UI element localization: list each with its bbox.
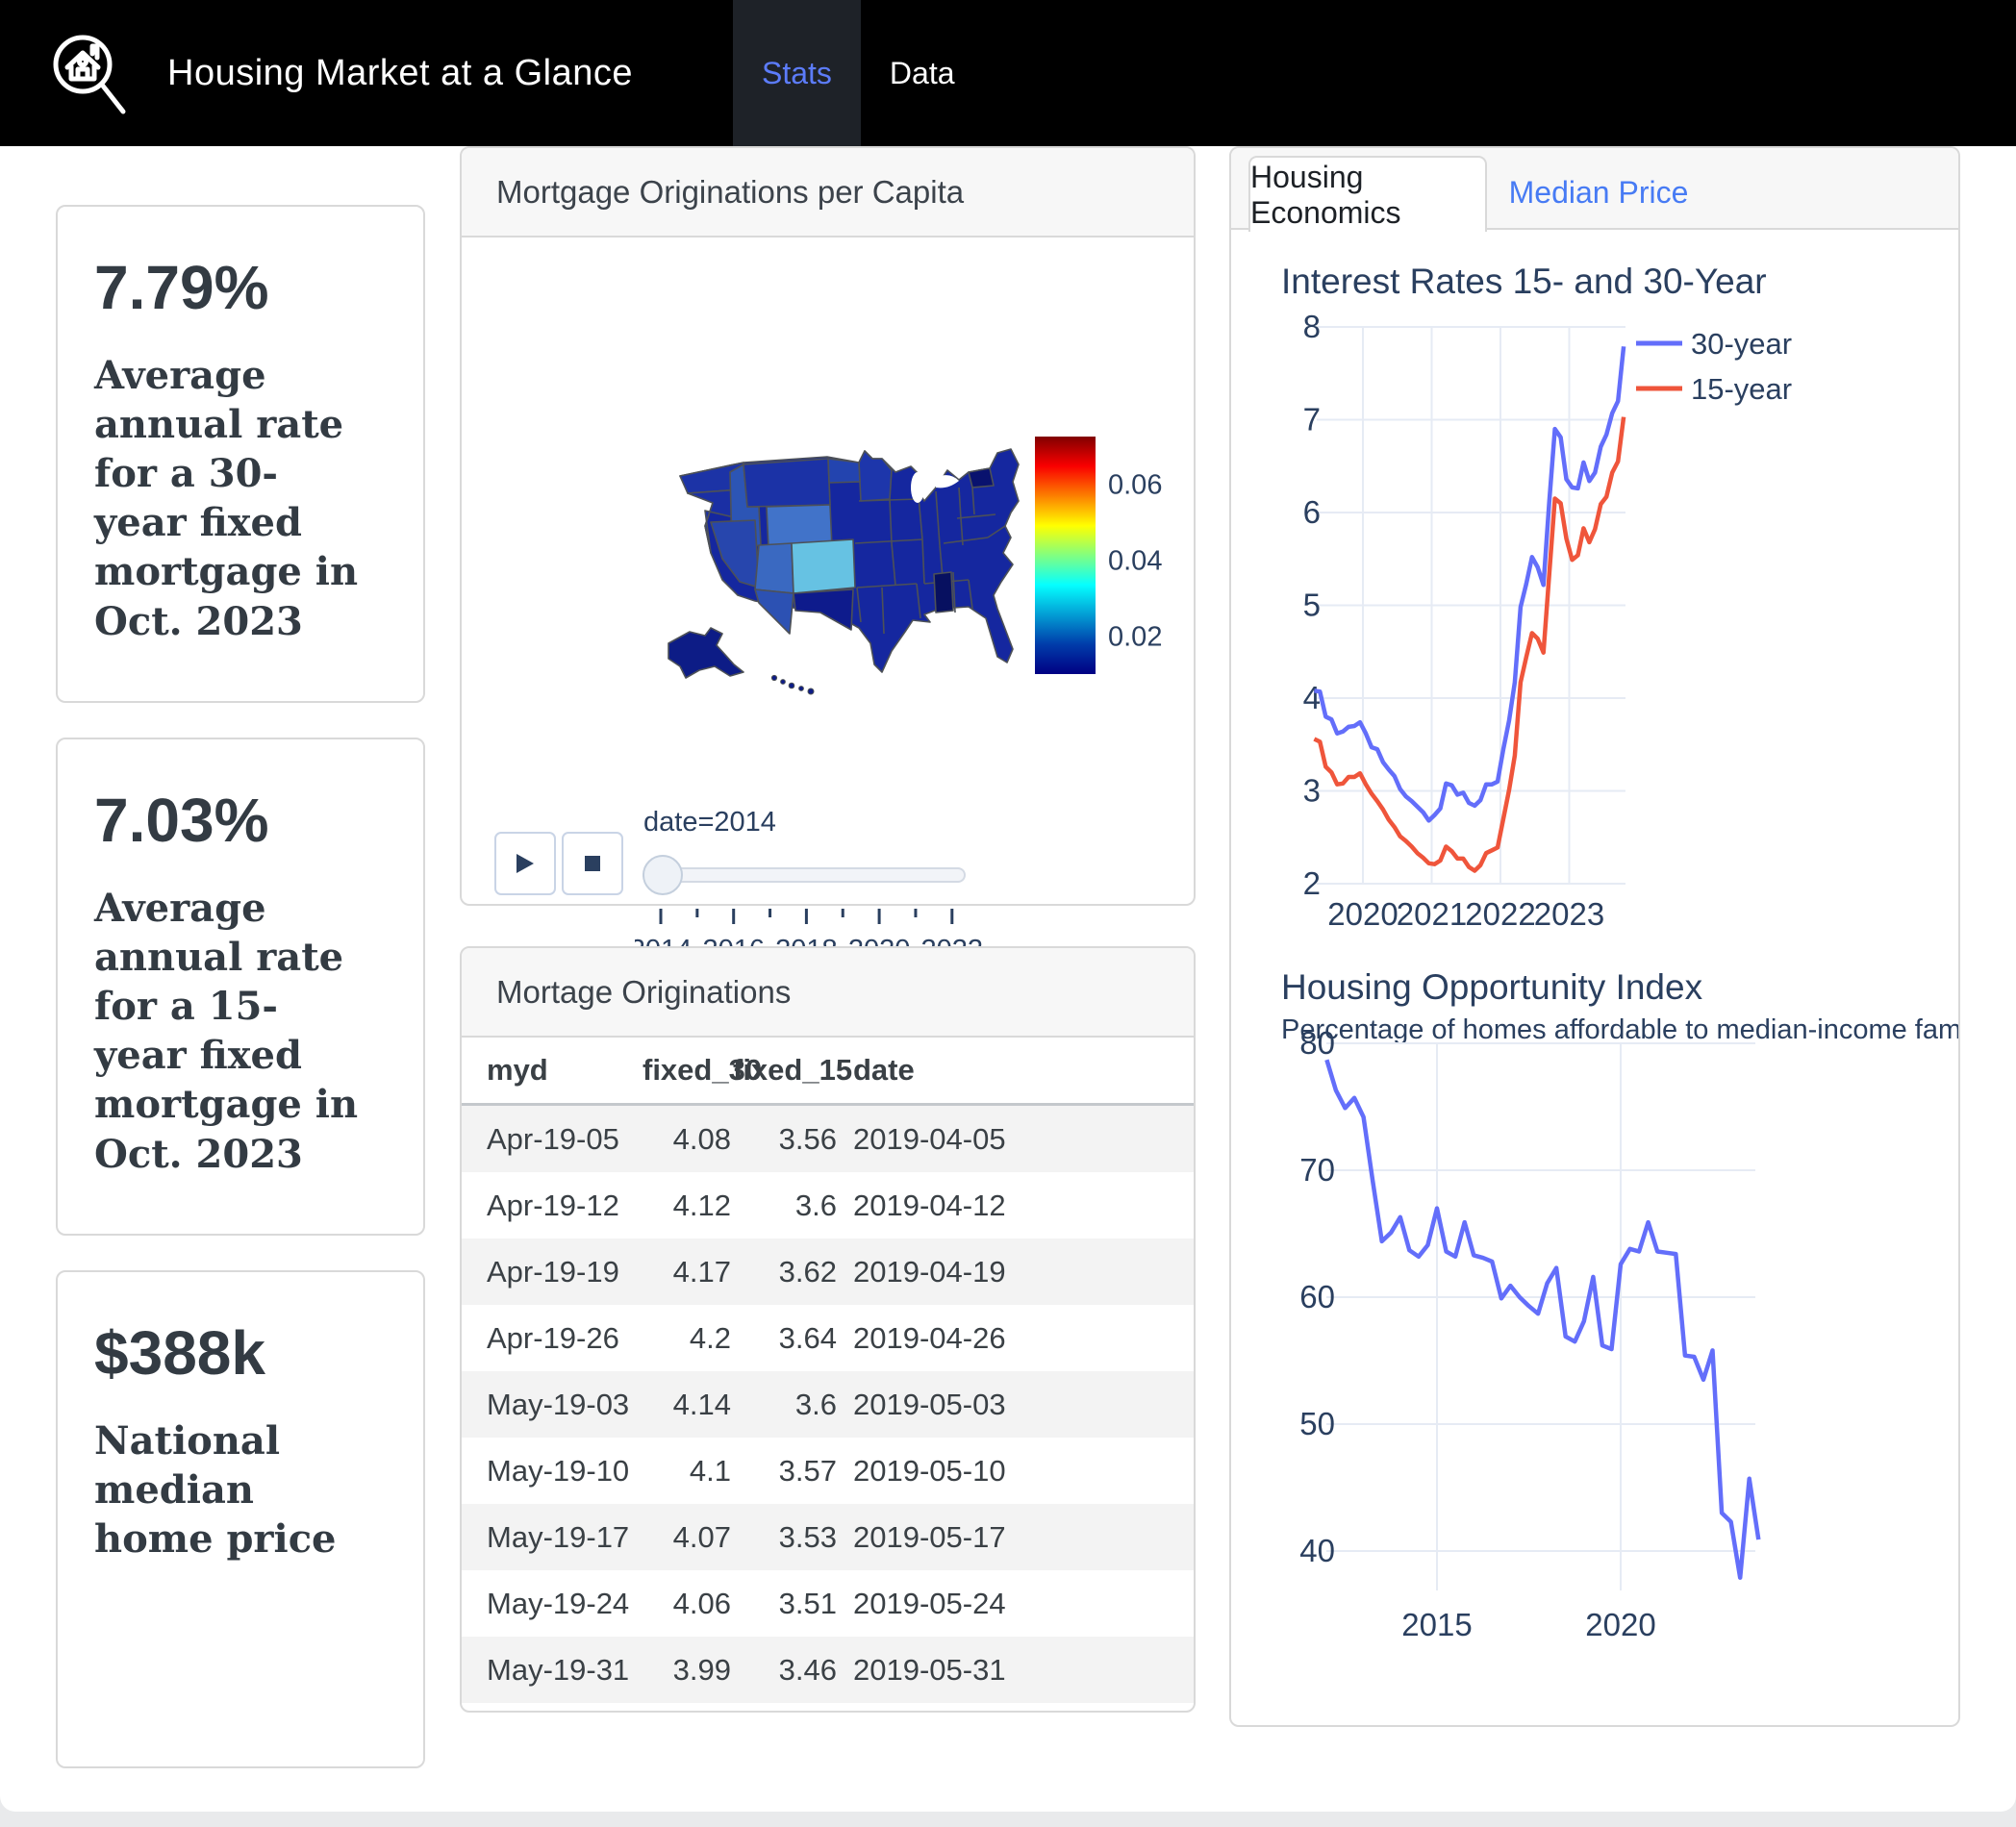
stat-description-median-price: National median home price bbox=[94, 1416, 368, 1564]
legend-item-30-year[interactable]: 30-year bbox=[1636, 327, 1792, 361]
state-minnesota bbox=[859, 451, 892, 501]
nav-tab-stats[interactable]: Stats bbox=[733, 0, 861, 146]
column-header-fixed_15: fixed_15 bbox=[732, 1038, 838, 1105]
line-series-30-year bbox=[1314, 346, 1624, 820]
stat-value-30yr: 7.79% bbox=[94, 253, 387, 324]
house-search-logo-icon bbox=[38, 23, 135, 123]
table-row: Apr-19-054.083.562019-04-05 bbox=[462, 1105, 1194, 1173]
stat-value-15yr: 7.03% bbox=[94, 786, 387, 857]
state-utah bbox=[755, 543, 794, 593]
svg-text:8: 8 bbox=[1303, 309, 1321, 344]
date-slider-track[interactable] bbox=[643, 867, 966, 883]
svg-text:2020: 2020 bbox=[1327, 896, 1398, 932]
app-window: Housing Market at a Glance StatsData 7.7… bbox=[0, 0, 2016, 1812]
table-card-header: Mortage Originations bbox=[462, 948, 1194, 1038]
svg-text:5: 5 bbox=[1303, 588, 1321, 623]
mortgage-rates-table[interactable]: mydfixed_30fixed_15date Apr-19-054.083.5… bbox=[462, 1038, 1194, 1713]
state-alaska bbox=[668, 628, 743, 678]
svg-text:2023: 2023 bbox=[1534, 896, 1604, 932]
state-new-york bbox=[969, 468, 994, 488]
play-button[interactable] bbox=[494, 832, 556, 895]
table-row: Apr-19-264.23.642019-04-26 bbox=[462, 1305, 1194, 1371]
column-header-date: date bbox=[838, 1038, 1194, 1105]
stat-card-median-price: $388k National median home price bbox=[56, 1270, 425, 1768]
line-series-HOI bbox=[1326, 1060, 1758, 1578]
svg-text:3: 3 bbox=[1303, 773, 1321, 809]
housing-opportunity-index-chart[interactable]: Housing Opportunity Index Percentage of h… bbox=[1281, 967, 1960, 1642]
svg-text:Housing Opportunity Index: Housing Opportunity Index bbox=[1281, 967, 1703, 1007]
column-header-fixed_30: fixed_30 bbox=[642, 1038, 732, 1105]
table-row: May-19-313.993.462019-05-31 bbox=[462, 1637, 1194, 1703]
charts-card-tabbar: Housing EconomicsMedian Price bbox=[1231, 148, 1958, 230]
stat-card-15yr: 7.03% Average annual rate for a 15-year … bbox=[56, 738, 425, 1236]
table-row: Apr-19-124.123.62019-04-12 bbox=[462, 1172, 1194, 1239]
charts-plot-area[interactable]: Interest Rates 15- and 30-Year 2 3 4 5 6 7 8 202… bbox=[1231, 230, 1960, 1727]
svg-text:50: 50 bbox=[1299, 1406, 1335, 1441]
table-header-row: mydfixed_30fixed_15date bbox=[462, 1038, 1194, 1105]
state-mississippi bbox=[934, 572, 953, 613]
state-hawaii bbox=[771, 675, 814, 694]
map-card-header: Mortgage Originations per Capita bbox=[462, 148, 1194, 238]
stat-card-30yr: 7.79% Average annual rate for a 30-year … bbox=[56, 205, 425, 703]
table-row: May-19-034.143.62019-05-03 bbox=[462, 1371, 1194, 1438]
legend-item-15-year[interactable]: 15-year bbox=[1636, 372, 1792, 406]
tab-housing-economics[interactable]: Housing Economics bbox=[1248, 156, 1487, 232]
stat-value-median-price: $388k bbox=[94, 1318, 387, 1389]
choropleth-map-area[interactable]: 0.060.040.02 date=2014 20142016201820202… bbox=[462, 238, 1194, 908]
svg-text:30-year: 30-year bbox=[1691, 327, 1792, 361]
state-arizona bbox=[755, 589, 794, 634]
svg-text:15-year: 15-year bbox=[1691, 372, 1792, 406]
svg-text:60: 60 bbox=[1299, 1279, 1335, 1314]
navbar: Housing Market at a Glance StatsData bbox=[0, 0, 2016, 146]
table-row: May-19-174.073.532019-05-17 bbox=[462, 1504, 1194, 1570]
table-card-title: Mortage Originations bbox=[496, 974, 791, 1011]
svg-text:2015: 2015 bbox=[1401, 1607, 1472, 1642]
svg-text:40: 40 bbox=[1299, 1533, 1335, 1568]
state-new-mexico bbox=[794, 589, 853, 630]
map-card-title: Mortgage Originations per Capita bbox=[496, 174, 964, 211]
stat-description-15yr: Average annual rate for a 15-year fixed … bbox=[94, 884, 368, 1179]
map-card: Mortgage Originations per Capita bbox=[460, 146, 1196, 906]
state-montana bbox=[743, 459, 830, 507]
us-choropleth-map[interactable] bbox=[630, 430, 1044, 709]
colorbar-gradient bbox=[1035, 437, 1096, 674]
svg-text:2021: 2021 bbox=[1397, 896, 1467, 932]
stop-button[interactable] bbox=[562, 832, 623, 895]
navbar-tabs: StatsData bbox=[733, 0, 984, 146]
play-icon bbox=[515, 852, 536, 875]
slider-value-label: date=2014 bbox=[643, 807, 776, 838]
nav-tab-data[interactable]: Data bbox=[861, 0, 984, 146]
svg-text:2022: 2022 bbox=[1465, 896, 1535, 932]
svg-text:6: 6 bbox=[1303, 494, 1321, 530]
interest-rates-chart[interactable]: Interest Rates 15- and 30-Year 2 3 4 5 6 7 8 202… bbox=[1281, 262, 1792, 932]
colorbar-tick-label: 0.04 bbox=[1108, 545, 1162, 577]
svg-text:80: 80 bbox=[1299, 1025, 1335, 1061]
charts-card: Housing EconomicsMedian Price Interest R… bbox=[1229, 146, 1960, 1727]
state-north-dakota bbox=[828, 459, 860, 483]
column-header-myd: myd bbox=[462, 1038, 642, 1105]
mortgage-table-card: Mortage Originations mydfixed_30fixed_15… bbox=[460, 946, 1196, 1713]
main-content: 7.79% Average annual rate for a 30-year … bbox=[0, 146, 2016, 1812]
svg-text:Interest Rates 15- and 30-Year: Interest Rates 15- and 30-Year bbox=[1281, 262, 1767, 301]
table-row: May-19-244.063.512019-05-24 bbox=[462, 1570, 1194, 1637]
svg-text:2020: 2020 bbox=[1585, 1607, 1655, 1642]
state-colorado bbox=[792, 539, 855, 593]
tab-median-price[interactable]: Median Price bbox=[1493, 156, 1704, 230]
stop-icon bbox=[584, 855, 601, 872]
colorbar-tick-label: 0.02 bbox=[1108, 621, 1162, 653]
svg-text:7: 7 bbox=[1303, 402, 1321, 438]
svg-text:Percentage of homes affordable: Percentage of homes affordable to median… bbox=[1281, 1014, 1960, 1045]
colorbar-tick-label: 0.06 bbox=[1108, 469, 1162, 501]
table-row: Apr-19-194.173.622019-04-19 bbox=[462, 1239, 1194, 1305]
svg-text:70: 70 bbox=[1299, 1152, 1335, 1188]
svg-text:2: 2 bbox=[1303, 865, 1321, 901]
table-row: Jun-19-073.823.282019-06-07 bbox=[462, 1703, 1194, 1713]
stat-description-30yr: Average annual rate for a 30-year fixed … bbox=[94, 351, 368, 646]
app-title: Housing Market at a Glance bbox=[167, 53, 633, 94]
svg-text:4: 4 bbox=[1303, 680, 1321, 715]
date-slider-knob[interactable] bbox=[643, 855, 683, 895]
table-row: May-19-104.13.572019-05-10 bbox=[462, 1438, 1194, 1504]
